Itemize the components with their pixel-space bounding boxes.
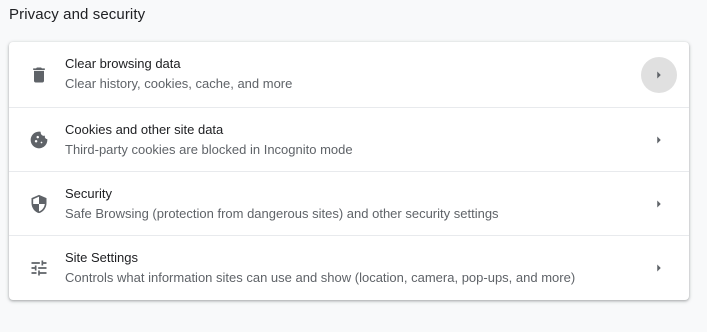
row-text: Cookies and other site data Third-party … <box>65 121 629 159</box>
chevron-right-icon[interactable] <box>641 186 677 222</box>
trash-icon <box>29 65 49 85</box>
section-title: Privacy and security <box>9 6 146 23</box>
row-sublabel: Controls what information sites can use … <box>65 270 576 285</box>
chevron-right-icon[interactable] <box>641 122 677 158</box>
chevron-right-icon[interactable] <box>641 250 677 286</box>
row-label: Site Settings <box>65 250 138 265</box>
row-label: Cookies and other site data <box>65 122 224 137</box>
row-site-settings[interactable]: Site Settings Controls what information … <box>9 235 689 299</box>
row-label: Security <box>65 186 112 201</box>
row-security[interactable]: Security Safe Browsing (protection from … <box>9 171 689 235</box>
shield-icon <box>29 194 49 214</box>
row-text: Site Settings Controls what information … <box>65 249 629 287</box>
row-cookies[interactable]: Cookies and other site data Third-party … <box>9 107 689 171</box>
row-sublabel: Clear history, cookies, cache, and more <box>65 76 293 91</box>
row-sublabel: Third-party cookies are blocked in Incog… <box>65 142 353 157</box>
tune-icon <box>29 258 49 278</box>
row-clear-browsing-data[interactable]: Clear browsing data Clear history, cooki… <box>9 42 689 107</box>
chevron-right-icon[interactable] <box>641 56 677 93</box>
row-text: Security Safe Browsing (protection from … <box>65 185 629 223</box>
row-sublabel: Safe Browsing (protection from dangerous… <box>65 206 499 221</box>
row-label: Clear browsing data <box>65 56 181 71</box>
row-text: Clear browsing data Clear history, cooki… <box>65 55 629 93</box>
cookie-icon <box>29 130 49 150</box>
privacy-security-card: Clear browsing data Clear history, cooki… <box>9 42 689 300</box>
